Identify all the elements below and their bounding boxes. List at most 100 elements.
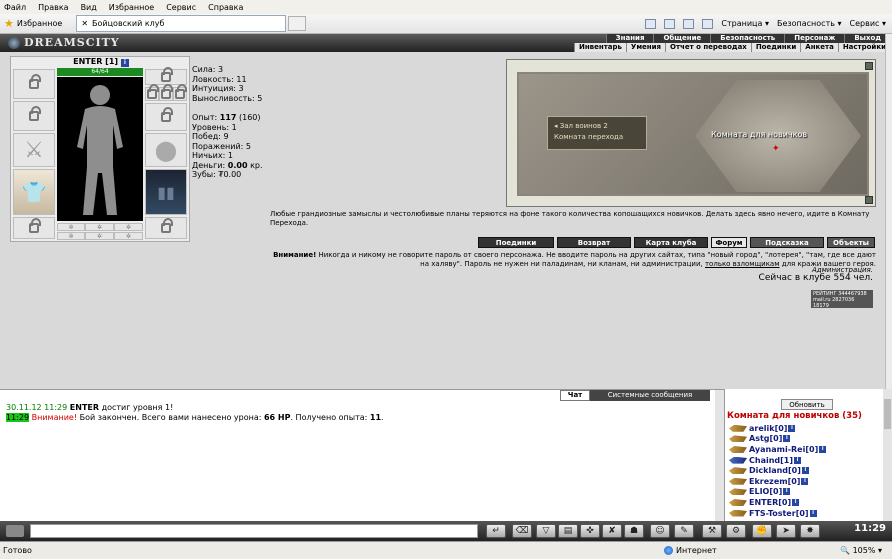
chat-input[interactable] (30, 524, 478, 538)
info-icon[interactable]: i (120, 59, 129, 67)
tools-icon[interactable]: ⚒ (702, 524, 722, 538)
user-info-icon[interactable]: i (783, 435, 791, 443)
user-list-item[interactable]: ENTER [0] i (729, 497, 826, 508)
user-info-icon[interactable]: i (809, 509, 817, 517)
nav-communication[interactable]: Общение (653, 34, 711, 43)
subnav-profile[interactable]: Анкета (800, 43, 838, 52)
users-icon[interactable]: ☗ (624, 524, 644, 538)
fight-icon[interactable]: ✘ (602, 524, 622, 538)
settings-icon[interactable]: ⚙ (726, 524, 746, 538)
subnav-skills[interactable]: Умения (625, 43, 666, 52)
page-menu[interactable]: Страница ▾ (721, 19, 769, 28)
objects-button[interactable]: Объекты (827, 237, 875, 248)
slot-amulet[interactable] (145, 67, 187, 85)
user-name[interactable]: Chaind (749, 456, 780, 465)
slot-weapon[interactable]: ⚔ (13, 133, 55, 167)
slot-belt[interactable] (13, 217, 55, 239)
slot-runes-4[interactable]: ✲ (57, 232, 85, 240)
user-info-icon[interactable]: i (801, 467, 809, 475)
print-icon[interactable] (702, 18, 714, 29)
send-icon[interactable]: ↵ (486, 524, 506, 538)
user-list-item[interactable]: FTS-Toster [0] i (729, 508, 826, 519)
user-list-item[interactable]: arelik [0] i (729, 423, 826, 434)
hint-button[interactable]: Подсказка (750, 237, 824, 248)
tab-system-messages[interactable]: Системные сообщения (590, 390, 710, 401)
user-list-item[interactable]: Dickland [0] i (729, 465, 826, 476)
user-info-icon[interactable]: i (801, 477, 809, 485)
subnav-transfer-report[interactable]: Отчет о переводах (665, 43, 751, 52)
slot-pants[interactable]: ▮▮ (145, 169, 187, 215)
slot-armor[interactable]: 👕 (13, 169, 55, 215)
forum-button[interactable]: Форум (711, 237, 747, 248)
tab-chat[interactable]: Чат (560, 390, 590, 401)
subnav-battles[interactable]: Поединки (750, 43, 801, 52)
lamp-icon[interactable]: ✸ (800, 524, 820, 538)
burglars-link[interactable]: только взломщикам (705, 260, 780, 268)
menu-tools[interactable]: Сервис (166, 3, 196, 12)
user-name[interactable]: FTS-Toster (749, 509, 796, 518)
slot-shield[interactable]: ⬤ (145, 133, 187, 167)
security-zone[interactable]: Интернет (664, 546, 717, 555)
clear-icon[interactable]: ⌫ (512, 524, 532, 538)
new-tab-button[interactable] (288, 16, 307, 31)
user-list-item[interactable]: Ekrezem [0] i (729, 476, 826, 487)
user-name[interactable]: Astg (749, 434, 770, 443)
user-info-icon[interactable]: i (788, 424, 796, 432)
return-button[interactable]: Возврат (557, 237, 631, 248)
slot-gloves[interactable] (145, 103, 187, 131)
user-name[interactable]: Dickland (749, 466, 788, 475)
user-list-item[interactable]: Astg [0] i (729, 434, 826, 445)
slot-ring-3[interactable] (173, 84, 187, 101)
feeds-icon[interactable] (664, 18, 676, 29)
slot-boots[interactable] (145, 217, 187, 239)
arrow-icon[interactable]: ➤ (776, 524, 796, 538)
chat-icon[interactable]: ✎ (674, 524, 694, 538)
menu-edit[interactable]: Правка (38, 3, 68, 12)
menu-favorites[interactable]: Избранное (109, 3, 154, 12)
smile-icon[interactable]: ☺ (650, 524, 670, 538)
club-map-button[interactable]: Карта клуба (634, 237, 708, 248)
battles-button[interactable]: Поединки (478, 237, 554, 248)
nav-knowledge[interactable]: Знания (605, 34, 654, 43)
map-exit-sign[interactable]: ◂ Зал воинов 2 Комната перехода (547, 116, 647, 150)
nav-character[interactable]: Персонаж (784, 34, 845, 43)
favorites-star-icon[interactable]: ★ (4, 17, 14, 30)
slot-runes-5[interactable]: ✲ (85, 232, 114, 240)
user-info-icon[interactable]: i (794, 456, 802, 464)
user-name[interactable]: ELIO (749, 487, 769, 496)
user-list-item[interactable]: ELIO [0] i (729, 487, 826, 498)
user-list-item[interactable]: Chaind [1] i (729, 455, 826, 466)
subnav-settings[interactable]: Настройки (837, 43, 890, 52)
user-info-icon[interactable]: i (792, 498, 800, 506)
map-close-icon[interactable] (865, 62, 873, 70)
users-scrollbar[interactable] (883, 389, 892, 521)
slot-runes-1[interactable]: ✲ (57, 223, 85, 231)
slot-helmet[interactable] (13, 69, 55, 99)
mail-icon[interactable] (683, 18, 695, 29)
chat-mode-icon[interactable] (6, 525, 24, 537)
user-info-icon[interactable]: i (819, 445, 827, 453)
chat-scrollbar[interactable] (715, 390, 724, 522)
browser-tab[interactable]: ✕ Бойцовский клуб (76, 15, 287, 32)
refresh-button[interactable]: Обновить (781, 399, 833, 410)
filter-icon[interactable]: ▽ (536, 524, 556, 538)
page-scrollbar[interactable] (885, 34, 892, 389)
users-scroll-thumb[interactable] (884, 399, 891, 429)
menu-file[interactable]: Файл (4, 3, 26, 12)
zoom-level[interactable]: 🔍 105% ▾ (840, 546, 882, 555)
walk-icon[interactable]: ✜ (580, 524, 600, 538)
rating-counter[interactable]: РЕЙТИНГ 344467938 mail.ru 2827036 18179 (811, 290, 873, 309)
tools-menu[interactable]: Сервис ▾ (850, 19, 886, 28)
slot-runes-3[interactable]: ✲ (114, 223, 143, 231)
safety-menu[interactable]: Безопасность ▾ (777, 19, 842, 28)
home-icon[interactable] (645, 18, 657, 29)
slot-earrings[interactable] (13, 101, 55, 131)
user-list-item[interactable]: Ayanami-Rei [0] i (729, 444, 827, 455)
slot-runes-2[interactable]: ✲ (85, 223, 114, 231)
menu-help[interactable]: Справка (208, 3, 243, 12)
user-info-icon[interactable]: i (783, 488, 791, 496)
fist-icon[interactable]: ✊ (752, 524, 772, 538)
nav-exit[interactable]: Выход (844, 34, 890, 43)
user-name[interactable]: Ekrezem (749, 477, 788, 486)
menu-view[interactable]: Вид (81, 3, 97, 12)
